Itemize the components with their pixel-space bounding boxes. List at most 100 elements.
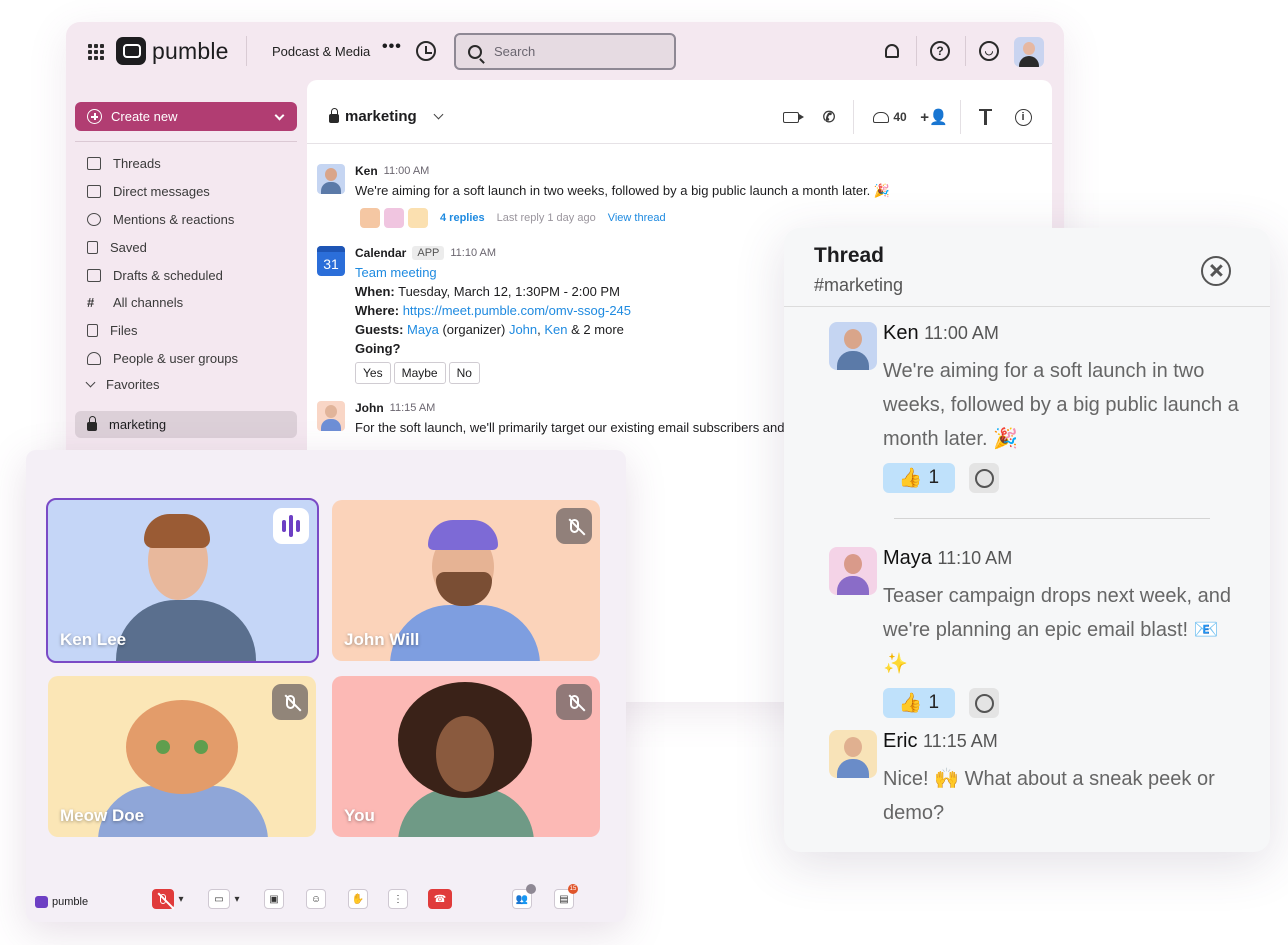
participant-hair	[144, 514, 210, 548]
camera-toggle-button[interactable]: ▭	[208, 889, 230, 909]
participants-button[interactable]: 👥	[512, 884, 536, 909]
author-name[interactable]: Ken	[355, 164, 378, 178]
avatar[interactable]	[317, 164, 345, 194]
divider	[853, 100, 854, 134]
sidebar-item-files[interactable]: Files	[75, 317, 297, 345]
participant-tile[interactable]: Ken Lee	[46, 498, 319, 663]
event-where: Where: https://meet.pumble.com/omv-ssog-…	[355, 303, 631, 318]
sidebar-item-all-channels[interactable]: # All channels	[75, 289, 297, 317]
reaction-chip[interactable]: 👍 1	[883, 463, 955, 493]
participant-name: Meow Doe	[60, 806, 145, 825]
sidebar-item-direct-messages[interactable]: Direct messages	[75, 178, 297, 206]
file-icon	[87, 324, 98, 338]
end-call-button[interactable]: ☎	[428, 889, 452, 909]
divider	[784, 306, 1270, 307]
meeting-link[interactable]: https://meet.pumble.com/omv-ssog-245	[403, 303, 631, 318]
author-name[interactable]: Calendar	[355, 246, 406, 260]
guests-more: & 2 more	[571, 322, 624, 337]
cat-eye	[194, 740, 208, 754]
lock-icon	[329, 108, 339, 123]
rsvp-buttons: Yes Maybe No	[355, 362, 480, 384]
threads-icon	[87, 157, 101, 171]
replies-link[interactable]: 4 replies	[440, 212, 485, 224]
video-call-icon[interactable]	[781, 108, 804, 126]
author-name[interactable]: Eric	[883, 730, 917, 752]
add-reaction-button[interactable]	[969, 688, 999, 718]
sidebar-item-label: Direct messages	[113, 184, 210, 200]
help-icon[interactable]: ?	[930, 41, 950, 61]
camera-options-chevron-icon[interactable]: ▾	[230, 889, 244, 909]
event-title[interactable]: Team meeting	[355, 265, 437, 280]
participant-tile[interactable]: Meow Doe	[48, 676, 316, 837]
user-avatar[interactable]	[1014, 37, 1044, 67]
author-name[interactable]: Maya	[883, 547, 932, 569]
close-icon[interactable]	[1201, 256, 1231, 286]
people-icon	[873, 111, 890, 123]
guest-link[interactable]: Ken	[544, 322, 567, 337]
people-icon	[87, 351, 101, 365]
raise-hand-button[interactable]: ✋	[348, 889, 368, 909]
guest-role: (organizer)	[442, 322, 506, 337]
sidebar-item-threads[interactable]: Threads	[75, 150, 297, 178]
phone-icon[interactable]: ✆	[819, 108, 839, 126]
video-call-window: Ken Lee John Will Meow Doe You pumble ▾ …	[26, 450, 626, 922]
view-thread-link[interactable]: View thread	[608, 212, 666, 224]
thread-message: Maya 11:10 AM Teaser campaign drops next…	[829, 547, 1249, 727]
more-options-button[interactable]: ⋮	[388, 889, 408, 909]
avatar	[360, 208, 380, 228]
avatar[interactable]	[829, 547, 877, 595]
sidebar-item-mentions[interactable]: Mentions & reactions	[75, 206, 297, 234]
sidebar-item-people[interactable]: People & user groups	[75, 345, 297, 373]
workspace-name[interactable]: Podcast & Media	[272, 44, 370, 59]
screen-share-button[interactable]: ▣	[264, 889, 284, 909]
muted-mic-icon	[556, 684, 592, 720]
search-input[interactable]: Search	[454, 33, 676, 70]
favorites-section[interactable]: Favorites	[85, 377, 160, 392]
status-emoji-icon[interactable]: ◡	[979, 41, 999, 61]
participant-tile[interactable]: John Will	[332, 500, 600, 661]
create-new-button[interactable]: Create new	[75, 102, 297, 131]
workspace-more-icon[interactable]: •••	[382, 38, 402, 56]
author-name[interactable]: Ken	[883, 322, 919, 344]
avatar[interactable]	[829, 730, 877, 778]
sidebar-item-saved[interactable]: Saved	[75, 233, 297, 261]
pin-icon[interactable]	[975, 108, 995, 126]
guest-link[interactable]: John	[509, 322, 537, 337]
call-brand: pumble	[35, 896, 88, 908]
author-name[interactable]: John	[355, 401, 384, 415]
rsvp-no-button[interactable]: No	[448, 362, 480, 384]
reaction-chip[interactable]: 👍 1	[883, 688, 955, 718]
sidebar-item-label: Drafts & scheduled	[113, 267, 223, 283]
add-reaction-icon	[974, 468, 994, 488]
mute-toggle-button[interactable]	[152, 889, 174, 909]
sidebar-channel-marketing[interactable]: marketing	[75, 411, 297, 438]
avatar[interactable]	[317, 401, 345, 431]
avatar[interactable]	[829, 322, 877, 370]
timestamp: 11:10 AM	[450, 247, 497, 259]
chat-button[interactable]: ▤ 15	[554, 884, 578, 909]
rsvp-yes-button[interactable]: Yes	[355, 362, 391, 384]
channel-title[interactable]: marketing	[329, 108, 444, 125]
add-reaction-icon	[974, 693, 994, 713]
muted-mic-icon	[556, 508, 592, 544]
add-member-icon[interactable]: +👤	[920, 108, 947, 126]
add-reaction-button[interactable]	[969, 463, 999, 493]
rsvp-maybe-button[interactable]: Maybe	[393, 362, 446, 384]
apps-grid-icon[interactable]	[88, 44, 104, 60]
reactions-button[interactable]: ☺	[306, 889, 326, 909]
mic-options-chevron-icon[interactable]: ▾	[174, 889, 188, 909]
when-label: When:	[355, 284, 395, 299]
divider	[916, 36, 917, 66]
lock-icon	[87, 416, 97, 431]
history-icon[interactable]	[416, 41, 436, 61]
info-icon[interactable]: i	[1013, 108, 1033, 126]
notifications-bell-icon[interactable]	[881, 40, 903, 62]
sidebar-item-drafts[interactable]: Drafts & scheduled	[75, 261, 297, 289]
participant-tile[interactable]: You	[332, 676, 600, 837]
sidebar-item-label: Threads	[113, 156, 161, 172]
favorites-label: Favorites	[106, 377, 160, 392]
members-button[interactable]: 40	[869, 108, 911, 126]
cat-eye	[156, 740, 170, 754]
guest-link[interactable]: Maya	[407, 322, 439, 337]
thread-channel[interactable]: #marketing	[814, 275, 903, 296]
